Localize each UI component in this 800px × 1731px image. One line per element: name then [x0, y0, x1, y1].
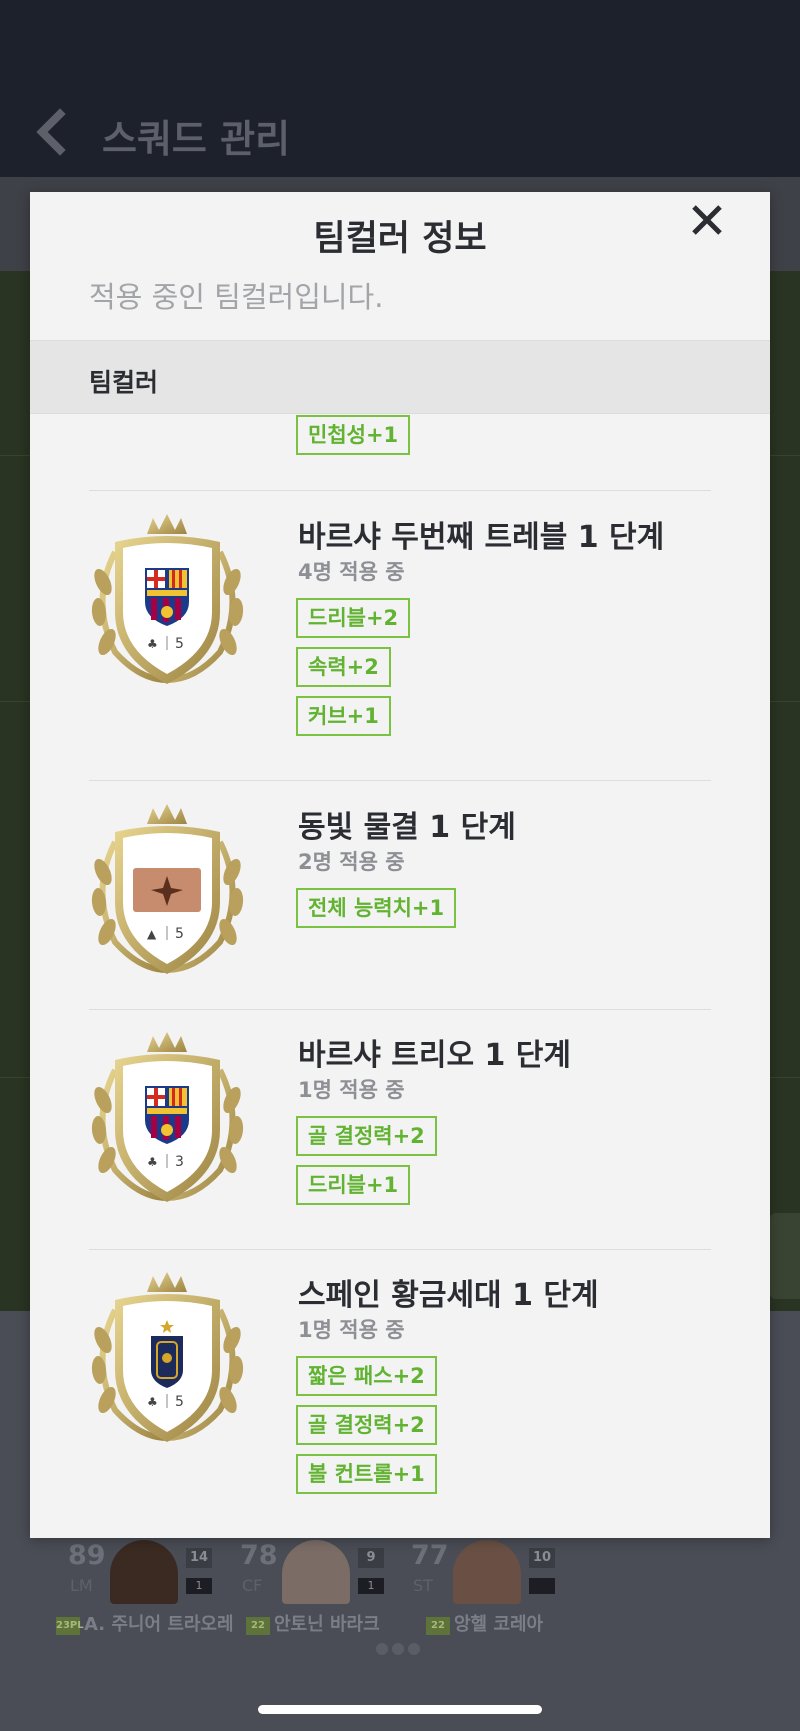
page-title: 스쿼드 관리 — [102, 117, 291, 161]
svg-text:▲: ▲ — [147, 927, 157, 941]
season-tag: 22 — [246, 1617, 270, 1635]
svg-text:3: 3 — [175, 1154, 184, 1170]
stat-tag: 커브+1 — [296, 696, 391, 736]
stat-tag: 골 결정력+2 — [296, 1405, 437, 1445]
modal-subtitle: 적용 중인 팀컬러입니다. — [89, 280, 384, 314]
divider — [89, 490, 711, 491]
player-name: 22 앙헬 코레아 — [426, 1610, 543, 1636]
divider — [89, 1009, 711, 1010]
player-card[interactable]: 77 ST 10 — [411, 1540, 581, 1610]
player-name: 22 안토닌 바라크 — [246, 1610, 380, 1636]
svg-text:♣: ♣ — [147, 1155, 158, 1169]
player-card[interactable]: 78 CF 9 1 — [240, 1540, 410, 1610]
season-tag: 23PL — [56, 1617, 84, 1635]
applied-count: 2명 적용 중 — [298, 850, 405, 874]
page-indicator — [376, 1640, 424, 1655]
stat-tag: 볼 컨트롤+1 — [296, 1454, 437, 1494]
stat-tag: 드리블+1 — [296, 1165, 411, 1205]
team-color-badge-icon: ♣ 3 — [91, 1032, 244, 1202]
stat-tag: 짧은 패스+2 — [296, 1356, 437, 1396]
close-icon[interactable] — [674, 192, 742, 250]
app-header: 스쿼드 관리 — [0, 0, 800, 177]
team-color-name: 바르샤 두번째 트레블 1 단계 — [298, 520, 665, 555]
stat-tag: 전체 능력치+1 — [296, 888, 457, 928]
team-color-name: 바르샤 트리오 1 단계 — [298, 1038, 572, 1073]
player-face — [282, 1540, 350, 1604]
player-name: 23PLA. 주니어 트라오레 — [56, 1614, 234, 1635]
stat-tag: 속력+2 — [296, 647, 391, 687]
stat-tag: 민첩성+1 — [296, 415, 411, 455]
team-color-name: 동빛 물결 1 단계 — [298, 810, 516, 845]
player-card[interactable]: 89 LM 14 1 — [68, 1540, 238, 1610]
divider — [89, 780, 711, 781]
team-color-badge-icon: ♣ 5 — [91, 1272, 244, 1442]
section-label: 팀컬러 — [89, 368, 159, 397]
back-arrow-icon[interactable] — [32, 108, 72, 156]
divider — [89, 1249, 711, 1250]
team-color-badge-icon: ♣ 5 — [91, 514, 244, 684]
svg-text:5: 5 — [175, 636, 184, 652]
section-header: 팀컬러 — [30, 340, 770, 414]
svg-text:♣: ♣ — [147, 637, 158, 651]
svg-text:5: 5 — [175, 926, 184, 942]
side-handle[interactable] — [770, 1213, 800, 1299]
player-face — [110, 1540, 178, 1604]
season-tag: 22 — [426, 1617, 450, 1635]
applied-count: 1명 적용 중 — [298, 1318, 405, 1342]
applied-count: 4명 적용 중 — [298, 560, 405, 584]
stat-tag: 골 결정력+2 — [296, 1116, 437, 1156]
home-indicator — [258, 1705, 542, 1714]
team-color-badge-icon: ▲ 5 — [91, 804, 244, 974]
modal-title: 팀컬러 정보 — [313, 219, 487, 259]
stat-tag: 드리블+2 — [296, 598, 411, 638]
team-color-modal: 팀컬러 정보 적용 중인 팀컬러입니다. 팀컬러 민첩성+1 ♣ 5 바르샤 두… — [30, 192, 770, 1538]
bronze-card-icon — [133, 868, 201, 912]
svg-text:5: 5 — [175, 1394, 184, 1410]
player-face — [453, 1540, 521, 1604]
team-color-name: 스페인 황금세대 1 단계 — [298, 1278, 599, 1313]
svg-text:♣: ♣ — [147, 1395, 158, 1409]
applied-count: 1명 적용 중 — [298, 1078, 405, 1102]
